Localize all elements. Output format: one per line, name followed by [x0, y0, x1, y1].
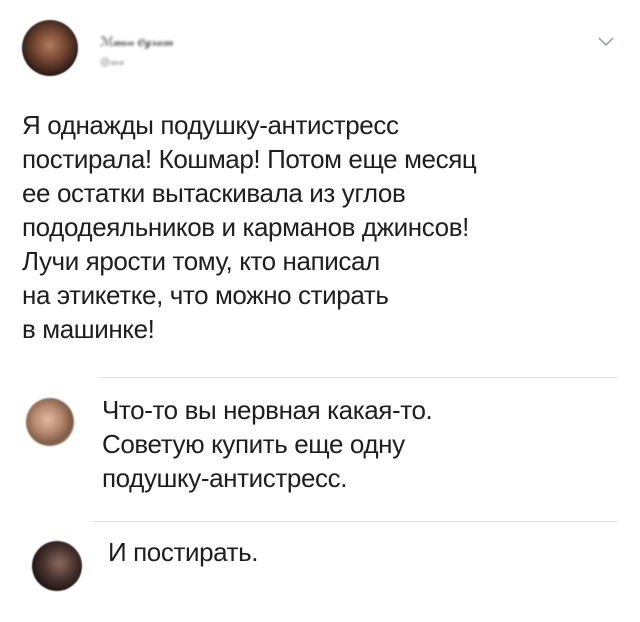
- more-options-button[interactable]: [590, 30, 622, 54]
- reply-text-line: Что-то вы нервная какая-то.: [102, 395, 433, 425]
- post-text-line: в машинке!: [22, 314, 155, 344]
- author-handle[interactable]: @𝓂𝓊: [100, 57, 124, 68]
- author-name[interactable]: ℳ𝓊𝒶𝓃 ℯℊ𝓇𝒶𝓂: [100, 34, 174, 50]
- reply-1-avatar[interactable]: [26, 398, 74, 446]
- post-header: ℳ𝓊𝒶𝓃 ℯℊ𝓇𝒶𝓂 @𝓂𝓊: [22, 20, 622, 80]
- post-text-line: пододеяльников и карманов джинсов!: [22, 212, 469, 242]
- chevron-down-icon: [598, 37, 614, 47]
- divider: [98, 377, 618, 378]
- author-avatar[interactable]: [22, 20, 78, 76]
- post-text-line: на этикетке, что можно стирать: [22, 280, 389, 310]
- post-text-line: ее остатки вытаскивала из углов: [22, 178, 406, 208]
- reply-text-line: И постирать.: [108, 537, 259, 567]
- post-text: Я однажды подушку-антистресс постирала! …: [22, 108, 622, 346]
- reply-2-text: И постирать.: [108, 535, 259, 569]
- post-text-line: постирала! Кошмар! Потом еще месяц: [22, 144, 477, 174]
- reply-text-line: Советую купить еще одну: [102, 429, 405, 459]
- reply-1-text: Что-то вы нервная какая-то. Советую купи…: [102, 393, 433, 495]
- reply-2-avatar[interactable]: [32, 541, 82, 591]
- divider: [92, 521, 618, 522]
- reply-text-line: подушку-антистресс.: [102, 463, 348, 493]
- post-text-line: Я однажды подушку-антистресс: [22, 110, 399, 140]
- post-text-line: Лучи ярости тому, кто написал: [22, 246, 380, 276]
